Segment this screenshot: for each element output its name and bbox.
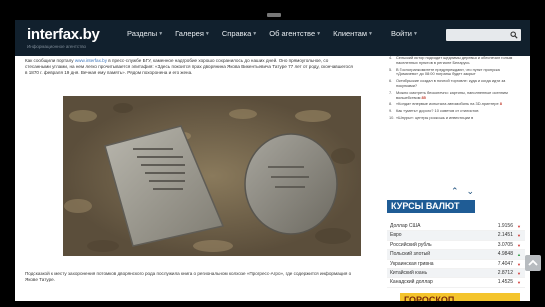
chevron-down-icon: ▼ xyxy=(252,30,258,37)
news-item[interactable]: 9. Как «уметь» дорого? 10 советов от сти… xyxy=(389,108,519,114)
currency-name: Китайский юань xyxy=(390,269,428,276)
trend-down-icon: ▼ xyxy=(517,280,521,286)
trend-down-icon: ▼ xyxy=(517,233,521,239)
news-item[interactable]: 5. В Госпогранкомитете предупреждают, чт… xyxy=(389,66,519,78)
news-item[interactable]: 4. Сельский истор подходит щедлимы дерев… xyxy=(389,55,519,66)
nav-item-about[interactable]: Об агентстве ▼ xyxy=(269,29,321,38)
currency-value: 2.8712 xyxy=(497,269,513,276)
comment-count: 8 xyxy=(499,101,502,107)
news-title: «Шнуры»: центры роскошь и инвестиции в xyxy=(396,114,474,120)
horoscope-title[interactable]: ГОРОСКОП xyxy=(400,293,520,301)
rate-row: Польский злотый 4.9848 ▲ xyxy=(387,250,525,260)
trend-down-icon: ▼ xyxy=(517,242,521,248)
main-nav: Разделы ▼ Галерея ▼ Справка ▼ Об агентстве ▼… xyxy=(127,29,418,38)
news-number: 9. xyxy=(389,108,393,114)
chevron-down-icon: ▼ xyxy=(158,30,164,37)
chevron-down-icon[interactable]: ⌄ xyxy=(467,187,475,196)
logo-tagline: Информационное агентство xyxy=(27,44,87,49)
chevron-down-icon: ▼ xyxy=(412,30,418,37)
news-title: Октябрьские создал в ночной торговле: ку… xyxy=(396,78,506,88)
news-number: 4. xyxy=(389,55,393,60)
currency-name: Украинская гривна xyxy=(390,260,434,267)
news-pager: ⌃ ⌄ xyxy=(451,187,475,196)
screen: interfax.by Информационное агентство Раз… xyxy=(0,0,545,307)
search-input[interactable] xyxy=(446,29,521,41)
article-photo xyxy=(63,96,361,256)
currency-value: 7.4047 xyxy=(497,260,513,267)
trend-down-icon: ▼ xyxy=(517,261,521,267)
rate-row: Китайский юань 2.8712 ▼ xyxy=(387,268,525,279)
news-number: 6. xyxy=(389,78,393,84)
nav-item-sections[interactable]: Разделы ▼ xyxy=(127,29,163,38)
rate-row: Канадский доллар 1.4525 ▼ xyxy=(387,278,525,288)
rate-row: Российский рубль 3.0705 ▼ xyxy=(387,241,525,251)
nav-item-login[interactable]: Войти ▼ xyxy=(391,29,418,38)
article-link[interactable]: www.interfax.by xyxy=(75,58,107,63)
currency-value: 1.4525 xyxy=(497,279,513,286)
news-number: 8. xyxy=(389,101,393,107)
currency-name: Доллар США xyxy=(390,223,421,229)
news-title: Как «уметь» дорого? 10 советов от стилис… xyxy=(396,108,479,114)
news-list: 4. Сельский истор подходит щедлимы дерев… xyxy=(389,55,519,123)
trend-down-icon: ▼ xyxy=(517,224,521,229)
web-page: interfax.by Информационное агентство Раз… xyxy=(15,20,530,301)
currency-rates-table: Доллар США 1.9156 ▼ Евро 2.1451 ▼ Россий… xyxy=(387,222,525,288)
news-title: Сельский истор подходит щедлимы деревья … xyxy=(396,55,513,65)
player-topbar-indicator xyxy=(267,13,281,17)
nav-item-label: Войти xyxy=(390,29,412,38)
comment-count: 85 xyxy=(421,94,426,100)
news-number: 5. xyxy=(389,66,393,72)
rate-row: Доллар США 1.9156 ▼ xyxy=(387,222,525,232)
chevron-up-icon[interactable]: ⌃ xyxy=(451,187,459,196)
article-paragraph: Как сообщили порталу www.interfax.by в п… xyxy=(25,58,353,75)
news-title: В Госпогранкомитете предупреждают, что п… xyxy=(396,66,500,77)
currency-value: 4.9848 xyxy=(497,251,513,258)
nav-item-clients[interactable]: Клиентам ▼ xyxy=(333,29,373,38)
chevron-down-icon: ▼ xyxy=(204,30,210,37)
news-title: «Конда» впервые испытала автомобиль на 3… xyxy=(396,101,499,107)
currency-rates-title[interactable]: КУРСЫ ВАЛЮТ xyxy=(387,200,475,213)
trend-up-icon: ▲ xyxy=(517,252,521,258)
search-icon[interactable] xyxy=(510,31,518,39)
nav-item-label: Об агентстве xyxy=(269,29,316,38)
nav-item-label: Разделы xyxy=(127,29,158,38)
currency-name: Польский злотый xyxy=(390,251,431,258)
nav-item-reference[interactable]: Справка ▼ xyxy=(222,29,257,38)
currency-name: Канадский доллар xyxy=(390,279,433,286)
nav-item-label: Справка xyxy=(221,29,252,38)
news-number: 7. xyxy=(389,89,393,95)
news-item[interactable]: 7. Можно смотреть бесконечно: картины, н… xyxy=(389,89,519,101)
rate-row: Украинская гривна 7.4047 ▼ xyxy=(387,260,525,269)
site-logo[interactable]: interfax.by Информационное агентство xyxy=(27,26,100,49)
trend-down-icon: ▼ xyxy=(517,270,521,276)
news-number: 10. xyxy=(389,114,395,120)
scroll-top-icon[interactable] xyxy=(525,255,541,271)
currency-name: Евро xyxy=(390,232,402,239)
nav-item-gallery[interactable]: Галерея ▼ xyxy=(175,29,210,38)
currency-name: Российский рубль xyxy=(390,241,432,248)
rate-row: Евро 2.1451 ▼ xyxy=(387,231,525,241)
news-item[interactable]: 10. «Шнуры»: центры роскошь и инвестиции… xyxy=(389,114,519,121)
news-item[interactable]: 8. «Конда» впервые испытала автомобиль н… xyxy=(389,101,519,107)
photo-caption: Подсказкой к месту захоронения потомков … xyxy=(25,271,352,282)
news-title: Можно смотреть бесконечно: картины, напо… xyxy=(396,89,508,100)
currency-value: 1.9156 xyxy=(497,223,513,229)
logo-text: interfax.by xyxy=(27,26,100,43)
currency-value: 2.1451 xyxy=(497,232,513,239)
news-item[interactable]: 6. Октябрьские создал в ночной торговле:… xyxy=(389,78,519,89)
chevron-down-icon: ▼ xyxy=(316,30,322,37)
article-body: Как сообщили порталу www.interfax.by в п… xyxy=(25,58,355,76)
nav-item-label: Галерея xyxy=(175,29,204,38)
chevron-down-icon: ▼ xyxy=(368,30,373,37)
nav-item-label: Клиентам xyxy=(333,29,368,38)
currency-value: 3.0705 xyxy=(497,241,513,248)
site-header: interfax.by Информационное агентство Раз… xyxy=(15,20,530,56)
